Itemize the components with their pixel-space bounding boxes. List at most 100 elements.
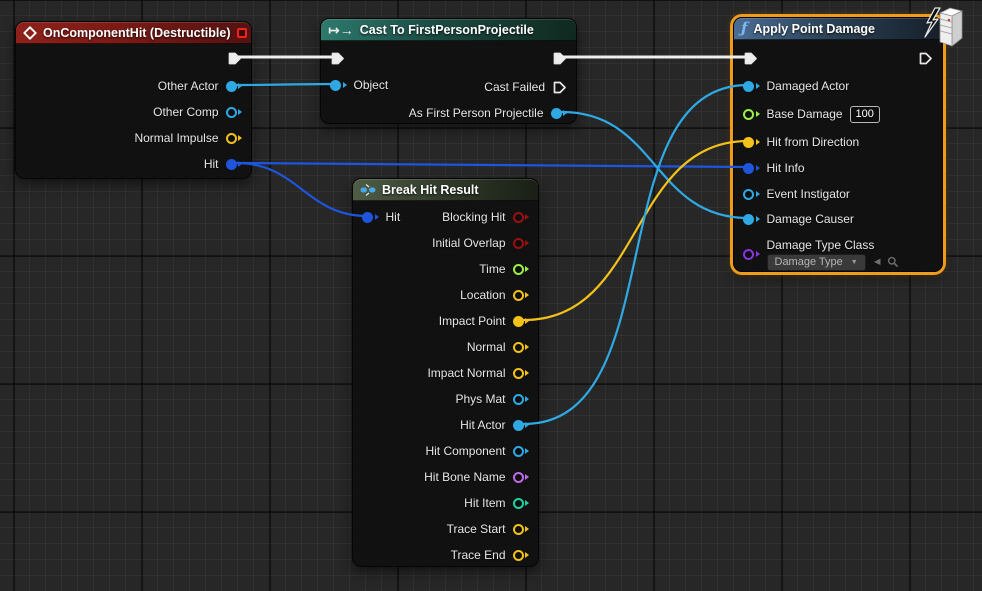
pin-label: Hit Component bbox=[425, 444, 505, 458]
pin-label: Time bbox=[479, 262, 505, 276]
pin-row-normal: Normal bbox=[353, 337, 538, 357]
pin-row-location: Location bbox=[353, 285, 538, 305]
pin-row-other-actor: Other Actor bbox=[16, 76, 251, 96]
node-apply-point-damage[interactable]: ƒ Apply Point Damage Damaged Actor Base Dam… bbox=[733, 17, 943, 272]
pin-label: Blocking Hit bbox=[442, 210, 505, 224]
pin-label: Impact Point bbox=[439, 314, 506, 328]
pin-row-impact-normal: Impact Normal bbox=[353, 363, 538, 383]
pin-label: Trace Start bbox=[447, 522, 506, 536]
node-title: Break Hit Result bbox=[382, 183, 479, 197]
wire-other_actor-to-object[interactable] bbox=[237, 84, 335, 85]
node-cast-to-firstpersonprojectile[interactable]: ↦→Cast To FirstPersonProjectileObjectCas… bbox=[320, 18, 577, 124]
cast-arrow-icon: ↦→ bbox=[328, 23, 354, 37]
pin-damage-type-class[interactable] bbox=[743, 249, 760, 260]
pin-label: Hit Bone Name bbox=[424, 470, 505, 484]
pin-row-hit-info: Hit Info bbox=[734, 158, 942, 178]
pin-row-base-damage: Base Damage 100 bbox=[734, 104, 942, 124]
pin-label: Normal Impulse bbox=[134, 131, 218, 145]
pin-trace-end[interactable] bbox=[513, 550, 530, 561]
pin-row-hit-component: Hit Component bbox=[353, 441, 538, 461]
pin-row-hit-bone-name: Hit Bone Name bbox=[353, 467, 538, 487]
node-title: Apply Point Damage bbox=[753, 22, 875, 36]
pin-row-hit: Hit bbox=[16, 154, 251, 174]
function-f-icon: ƒ bbox=[741, 21, 747, 36]
damage-type-dropdown[interactable]: Damage Type ▼ bbox=[767, 254, 866, 271]
event-diamond-icon bbox=[23, 26, 37, 40]
browse-magnifier-icon[interactable] bbox=[887, 256, 899, 268]
pin-row-hit-actor: Hit Actor bbox=[353, 415, 538, 435]
pin-label: Normal bbox=[467, 340, 506, 354]
pin-cast-failed[interactable] bbox=[552, 80, 567, 95]
wire-hit_actor-to-damaged_actor[interactable] bbox=[524, 85, 748, 424]
pin-row-trace-start: Trace Start bbox=[353, 519, 538, 539]
node-header[interactable]: OnComponentHit (Destructible) bbox=[16, 22, 251, 44]
pin-row-hit-item: Hit Item bbox=[353, 493, 538, 513]
pin-row-trace-end: Trace End bbox=[353, 545, 538, 565]
pin-row-cast-failed: Cast Failed bbox=[321, 77, 576, 97]
chevron-down-icon: ▼ bbox=[851, 255, 858, 270]
node-title: OnComponentHit (Destructible) bbox=[43, 26, 231, 40]
pin-other-comp[interactable] bbox=[226, 107, 243, 118]
pin-normal-impulse[interactable] bbox=[226, 133, 243, 144]
delegate-pin[interactable] bbox=[237, 28, 247, 38]
pin-row-damage-causer: Damage Causer bbox=[734, 209, 942, 229]
pin-label: As First Person Projectile bbox=[409, 106, 544, 120]
pin-location[interactable] bbox=[513, 290, 530, 301]
wire-hit-to-hit_info[interactable] bbox=[237, 163, 748, 167]
pin-label: Hit Info bbox=[767, 161, 805, 175]
pin-label: Base Damage bbox=[767, 107, 843, 121]
pin-normal[interactable] bbox=[513, 342, 530, 353]
pin-row-damaged-actor: Damaged Actor bbox=[734, 76, 942, 96]
wire-impact_point-to-hit_from_direction[interactable] bbox=[524, 141, 748, 320]
pin-row-time: Time bbox=[353, 259, 538, 279]
pin-label: Damage Type Class bbox=[767, 238, 899, 252]
pin-label: Hit Item bbox=[464, 496, 505, 510]
node-header[interactable]: Break Hit Result bbox=[353, 179, 538, 201]
dropdown-value: Damage Type bbox=[775, 255, 843, 270]
break-struct-icon bbox=[360, 183, 376, 197]
pin-label: Damaged Actor bbox=[767, 79, 850, 93]
blueprint-graph-canvas[interactable]: OnComponentHit (Destructible) Other Actor… bbox=[0, 0, 982, 591]
pin-label: Trace End bbox=[451, 548, 506, 562]
pin-initial-overlap[interactable] bbox=[513, 238, 530, 249]
pin-row-event-instigator: Event Instigator bbox=[734, 184, 942, 204]
pin-phys-mat[interactable] bbox=[513, 394, 530, 405]
pin-row-other-comp: Other Comp bbox=[16, 102, 251, 122]
wire-hit-to-hit_in[interactable] bbox=[237, 163, 367, 216]
pin-blocking-hit[interactable] bbox=[513, 212, 530, 223]
pin-hit-component[interactable] bbox=[513, 446, 530, 457]
pin-time[interactable] bbox=[513, 264, 530, 275]
pin-row-normal-impulse: Normal Impulse bbox=[16, 128, 251, 148]
pin-event-instigator[interactable] bbox=[743, 189, 760, 200]
node-break-hit-result[interactable]: Break Hit ResultHitBlocking HitInitial O… bbox=[352, 178, 539, 567]
pin-base-damage[interactable] bbox=[743, 109, 760, 120]
base-damage-input[interactable]: 100 bbox=[850, 106, 880, 123]
pin-label: Initial Overlap bbox=[432, 236, 505, 250]
use-asset-arrow-icon[interactable]: ◄ bbox=[872, 256, 883, 268]
pin-row-exec-out bbox=[321, 48, 576, 68]
pin-row-impact-point: Impact Point bbox=[353, 311, 538, 331]
pin-label: Hit bbox=[204, 157, 219, 171]
pin-label: Other Actor bbox=[158, 79, 219, 93]
pin-label: Impact Normal bbox=[427, 366, 505, 380]
node-event-oncomponenthit[interactable]: OnComponentHit (Destructible) Other Actor… bbox=[15, 21, 252, 179]
pin-hit-bone-name[interactable] bbox=[513, 472, 530, 483]
pin-label: Location bbox=[460, 288, 505, 302]
pin-trace-start[interactable] bbox=[513, 524, 530, 535]
pin-row-initial-overlap: Initial Overlap bbox=[353, 233, 538, 253]
pin-row-phys-mat: Phys Mat bbox=[353, 389, 538, 409]
pin-label: Cast Failed bbox=[484, 80, 545, 94]
node-header[interactable]: ↦→Cast To FirstPersonProjectile bbox=[321, 19, 576, 41]
pin-label: Damage Causer bbox=[767, 212, 854, 226]
target-cube-icon bbox=[920, 0, 972, 54]
node-header[interactable]: ƒ Apply Point Damage bbox=[734, 18, 942, 40]
pin-label: Phys Mat bbox=[455, 392, 505, 406]
pin-row-exec-out bbox=[16, 48, 251, 68]
pin-label: Hit from Direction bbox=[767, 135, 860, 149]
pin-row-as-first-person-projectile: As First Person Projectile bbox=[321, 103, 576, 123]
pin-hit-item[interactable] bbox=[513, 498, 530, 509]
pin-row-hit-from-direction: Hit from Direction bbox=[734, 132, 942, 152]
pin-label: Event Instigator bbox=[767, 187, 850, 201]
pin-row-damage-type-class: Damage Type Class Damage Type ▼ ◄ bbox=[734, 236, 942, 272]
pin-impact-normal[interactable] bbox=[513, 368, 530, 379]
